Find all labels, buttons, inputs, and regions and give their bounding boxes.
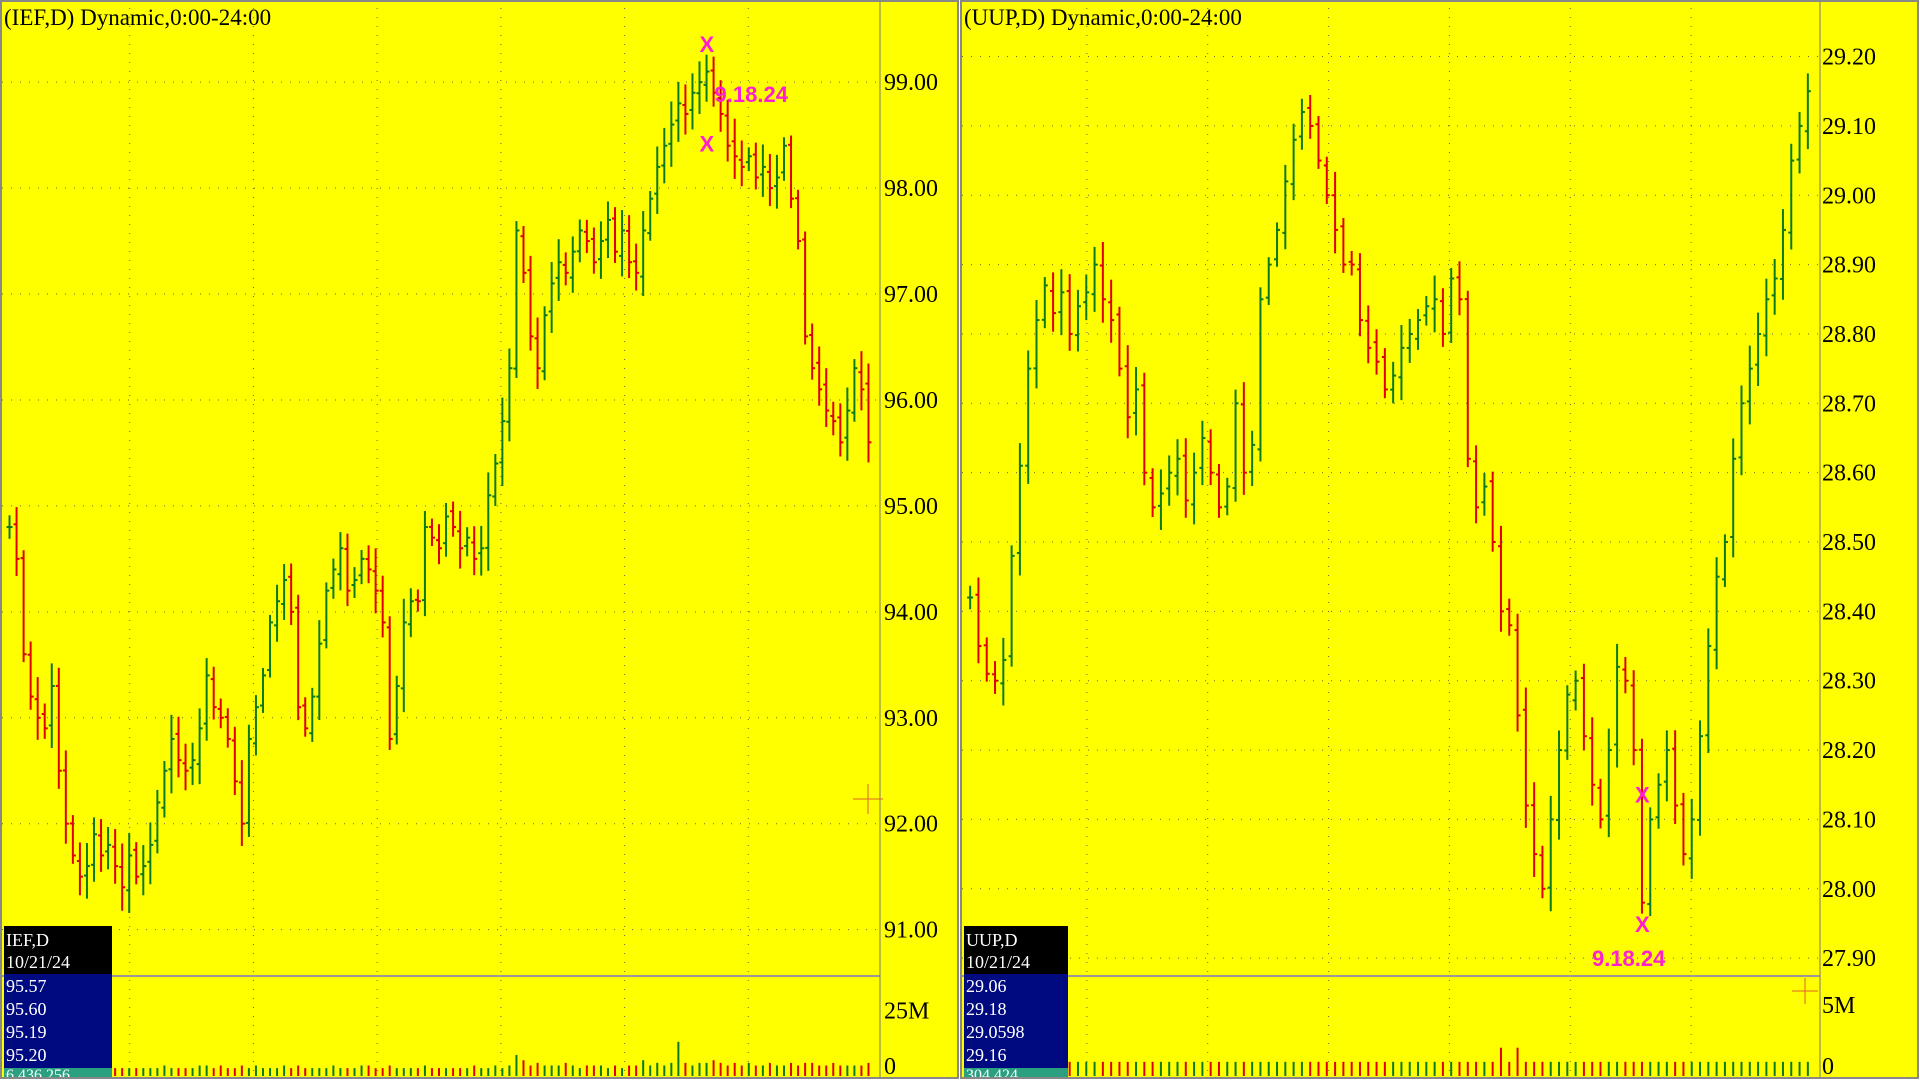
ief-price-axis-area[interactable] (880, 2, 958, 1078)
y-tick-label: 91.00 (884, 918, 938, 944)
y-tick-label: 28.30 (1822, 669, 1876, 695)
volume-tick-label: 0 (884, 1054, 896, 1080)
annotation-x-marker: X (1635, 783, 1650, 808)
volume-tick-label: 5M (1822, 993, 1855, 1019)
annotation-x-marker: X (700, 132, 715, 157)
uup-chart-panel[interactable]: 29.20 29.10 29.00 28.90 28.80 28.70 28.60 28.50… (960, 0, 1920, 1080)
y-tick-label: 92.00 (884, 812, 938, 838)
svg-text:29.18: 29.18 (966, 999, 1007, 1019)
y-tick-label: 97.00 (884, 282, 938, 308)
y-tick-label: 29.10 (1822, 114, 1876, 140)
charts-container: 99.00 98.00 97.00 96.00 95.00 94.00 93.00 92.00… (0, 0, 1920, 1080)
y-tick-label: 28.90 (1822, 253, 1876, 279)
svg-text:10/21/24: 10/21/24 (6, 952, 70, 972)
y-tick-label: 28.50 (1822, 530, 1876, 556)
ief-y-axis: 99.00 98.00 97.00 96.00 95.00 94.00 93.00 92.00… (884, 70, 938, 943)
svg-text:95.60: 95.60 (6, 999, 47, 1019)
y-tick-label: 98.00 (884, 176, 938, 202)
uup-info-box: UUP,D 10/21/24 29.06 29.18 29.0598 29.16… (964, 926, 1068, 1080)
y-tick-label: 28.80 (1822, 322, 1876, 348)
y-tick-label: 93.00 (884, 706, 938, 732)
y-tick-label: 94.00 (884, 600, 938, 626)
annotation-x-marker: X (1635, 912, 1650, 937)
y-tick-label: 29.00 (1822, 183, 1876, 209)
svg-text:29.06: 29.06 (966, 976, 1007, 996)
y-tick-label: 28.00 (1822, 877, 1876, 903)
y-tick-label: 27.90 (1822, 946, 1876, 972)
y-tick-label: 28.20 (1822, 738, 1876, 764)
svg-text:95.20: 95.20 (6, 1045, 47, 1065)
ief-info-box: IEF,D 10/21/24 95.57 95.60 95.19 95.20 6… (4, 926, 112, 1080)
volume-tick-label: 25M (884, 998, 929, 1024)
svg-text:10/21/24: 10/21/24 (966, 952, 1030, 972)
svg-text:95.57: 95.57 (6, 976, 47, 996)
annotation-x-marker: X (700, 32, 715, 57)
ief-chart-title: (IEF,D) Dynamic,0:00-24:00 (4, 5, 271, 30)
svg-text:IEF,D: IEF,D (6, 930, 49, 950)
ief-chart-panel[interactable]: 99.00 98.00 97.00 96.00 95.00 94.00 93.00 92.00… (0, 0, 960, 1080)
uup-chart-title: (UUP,D) Dynamic,0:00-24:00 (964, 5, 1242, 30)
y-tick-label: 28.10 (1822, 807, 1876, 833)
annotation-label: 9.18.24 (715, 82, 789, 107)
annotation-label: 9.18.24 (1592, 946, 1666, 971)
y-tick-label: 96.00 (884, 388, 938, 414)
svg-text:29.0598: 29.0598 (966, 1022, 1025, 1042)
svg-text:UUP,D: UUP,D (966, 930, 1018, 950)
y-tick-label: 29.20 (1822, 45, 1876, 71)
y-tick-label: 28.40 (1822, 599, 1876, 625)
y-tick-label: 28.70 (1822, 391, 1876, 417)
y-tick-label: 95.00 (884, 494, 938, 520)
ief-volume-area[interactable] (2, 976, 880, 1078)
volume-tick-label: 0 (1822, 1054, 1834, 1080)
y-tick-label: 99.00 (884, 70, 938, 96)
svg-text:95.19: 95.19 (6, 1022, 47, 1042)
y-tick-label: 28.60 (1822, 461, 1876, 487)
svg-text:29.16: 29.16 (966, 1045, 1007, 1065)
